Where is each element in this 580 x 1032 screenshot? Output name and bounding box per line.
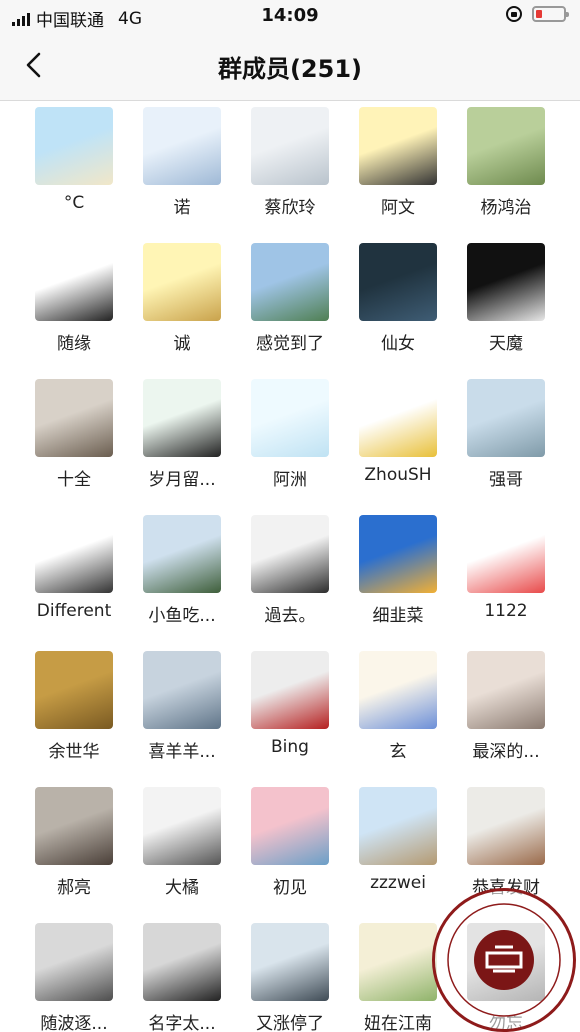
member-name: 大橘: [165, 878, 199, 898]
member-name: °C: [63, 193, 85, 213]
member-name: 喜羊羊...: [148, 742, 216, 762]
member-avatar[interactable]: [359, 515, 437, 593]
member-avatar[interactable]: [143, 923, 221, 1001]
member-name: 天魔: [489, 334, 523, 354]
member-name: 過去。: [264, 606, 316, 626]
member-avatar[interactable]: [251, 515, 329, 593]
member-name: 强哥: [489, 470, 523, 490]
status-bar: 中国联通 4G 14:09: [0, 0, 580, 32]
member-avatar[interactable]: [467, 651, 545, 729]
member-avatar[interactable]: [143, 787, 221, 865]
member-avatar[interactable]: [359, 651, 437, 729]
member-name: 诚: [173, 334, 191, 354]
member-name: 最深的...: [472, 742, 540, 762]
member-avatar[interactable]: [467, 515, 545, 593]
member-avatar[interactable]: [359, 107, 437, 185]
member-name: 小鱼吃...: [148, 606, 216, 626]
member-avatar[interactable]: [251, 107, 329, 185]
member-item[interactable]: 最深的...: [467, 645, 575, 781]
member-item[interactable]: 1122: [467, 509, 575, 645]
status-right: [506, 6, 569, 22]
battery-icon: [532, 6, 569, 22]
member-name: 细韭菜: [372, 606, 424, 626]
member-name: 随波逐...: [40, 1014, 108, 1032]
member-avatar[interactable]: [35, 787, 113, 865]
member-item[interactable]: 阿洲: [251, 373, 359, 509]
member-name: 郝亮: [57, 878, 91, 898]
member-name: 杨鸿治: [480, 198, 532, 218]
member-name: 随缘: [57, 334, 91, 354]
member-avatar[interactable]: [35, 515, 113, 593]
member-avatar[interactable]: [251, 923, 329, 1001]
page-title: 群成员(251): [217, 55, 363, 83]
member-item[interactable]: 喜羊羊...: [143, 645, 251, 781]
member-avatar[interactable]: [359, 243, 437, 321]
member-item[interactable]: 天魔: [467, 237, 575, 373]
member-item[interactable]: 杨鸿治: [467, 101, 575, 237]
member-avatar[interactable]: [359, 787, 437, 865]
status-time: 14:09: [261, 5, 319, 26]
watermark-seal: [432, 888, 576, 1032]
member-name: Bing: [271, 737, 309, 757]
member-avatar[interactable]: [251, 379, 329, 457]
member-name: 感觉到了: [256, 334, 324, 354]
member-avatar[interactable]: [251, 651, 329, 729]
member-avatar[interactable]: [143, 651, 221, 729]
watermark-logo: [447, 903, 561, 1017]
member-name: 十全: [57, 470, 91, 490]
member-avatar[interactable]: [359, 923, 437, 1001]
member-avatar[interactable]: [143, 243, 221, 321]
member-item[interactable]: 初见: [251, 781, 359, 917]
rotation-lock-icon: [506, 6, 522, 22]
member-avatar[interactable]: [467, 107, 545, 185]
member-item[interactable]: 强哥: [467, 373, 575, 509]
member-name: 玄: [389, 742, 407, 762]
member-avatar[interactable]: [251, 787, 329, 865]
member-item[interactable]: 细韭菜: [359, 509, 467, 645]
member-name: 蔡欣玲: [264, 198, 316, 218]
member-avatar[interactable]: [467, 379, 545, 457]
member-name: 1122: [484, 601, 528, 621]
member-name: zzzwei: [370, 873, 426, 893]
member-avatar[interactable]: [35, 107, 113, 185]
member-avatar[interactable]: [143, 107, 221, 185]
member-name: 余世华: [48, 742, 100, 762]
member-avatar[interactable]: [143, 515, 221, 593]
member-avatar[interactable]: [35, 651, 113, 729]
member-name: 名字太...: [148, 1014, 216, 1032]
member-avatar[interactable]: [35, 923, 113, 1001]
member-name: 诺: [173, 198, 191, 218]
member-name: 阿文: [381, 198, 415, 218]
member-avatar[interactable]: [467, 787, 545, 865]
member-name: 又涨停了: [256, 1014, 324, 1032]
nav-bar: 群成员(251): [0, 32, 580, 101]
member-avatar[interactable]: [35, 243, 113, 321]
member-name: 初见: [273, 878, 307, 898]
member-name: 阿洲: [273, 470, 307, 490]
member-avatar[interactable]: [35, 379, 113, 457]
member-avatar[interactable]: [143, 379, 221, 457]
member-name: 岁月留...: [148, 470, 216, 490]
member-avatar[interactable]: [251, 243, 329, 321]
member-avatar[interactable]: [467, 243, 545, 321]
member-name: ZhouSH: [364, 465, 432, 485]
member-name: Different: [36, 601, 112, 621]
member-name: 仙女: [381, 334, 415, 354]
member-avatar[interactable]: [359, 379, 437, 457]
